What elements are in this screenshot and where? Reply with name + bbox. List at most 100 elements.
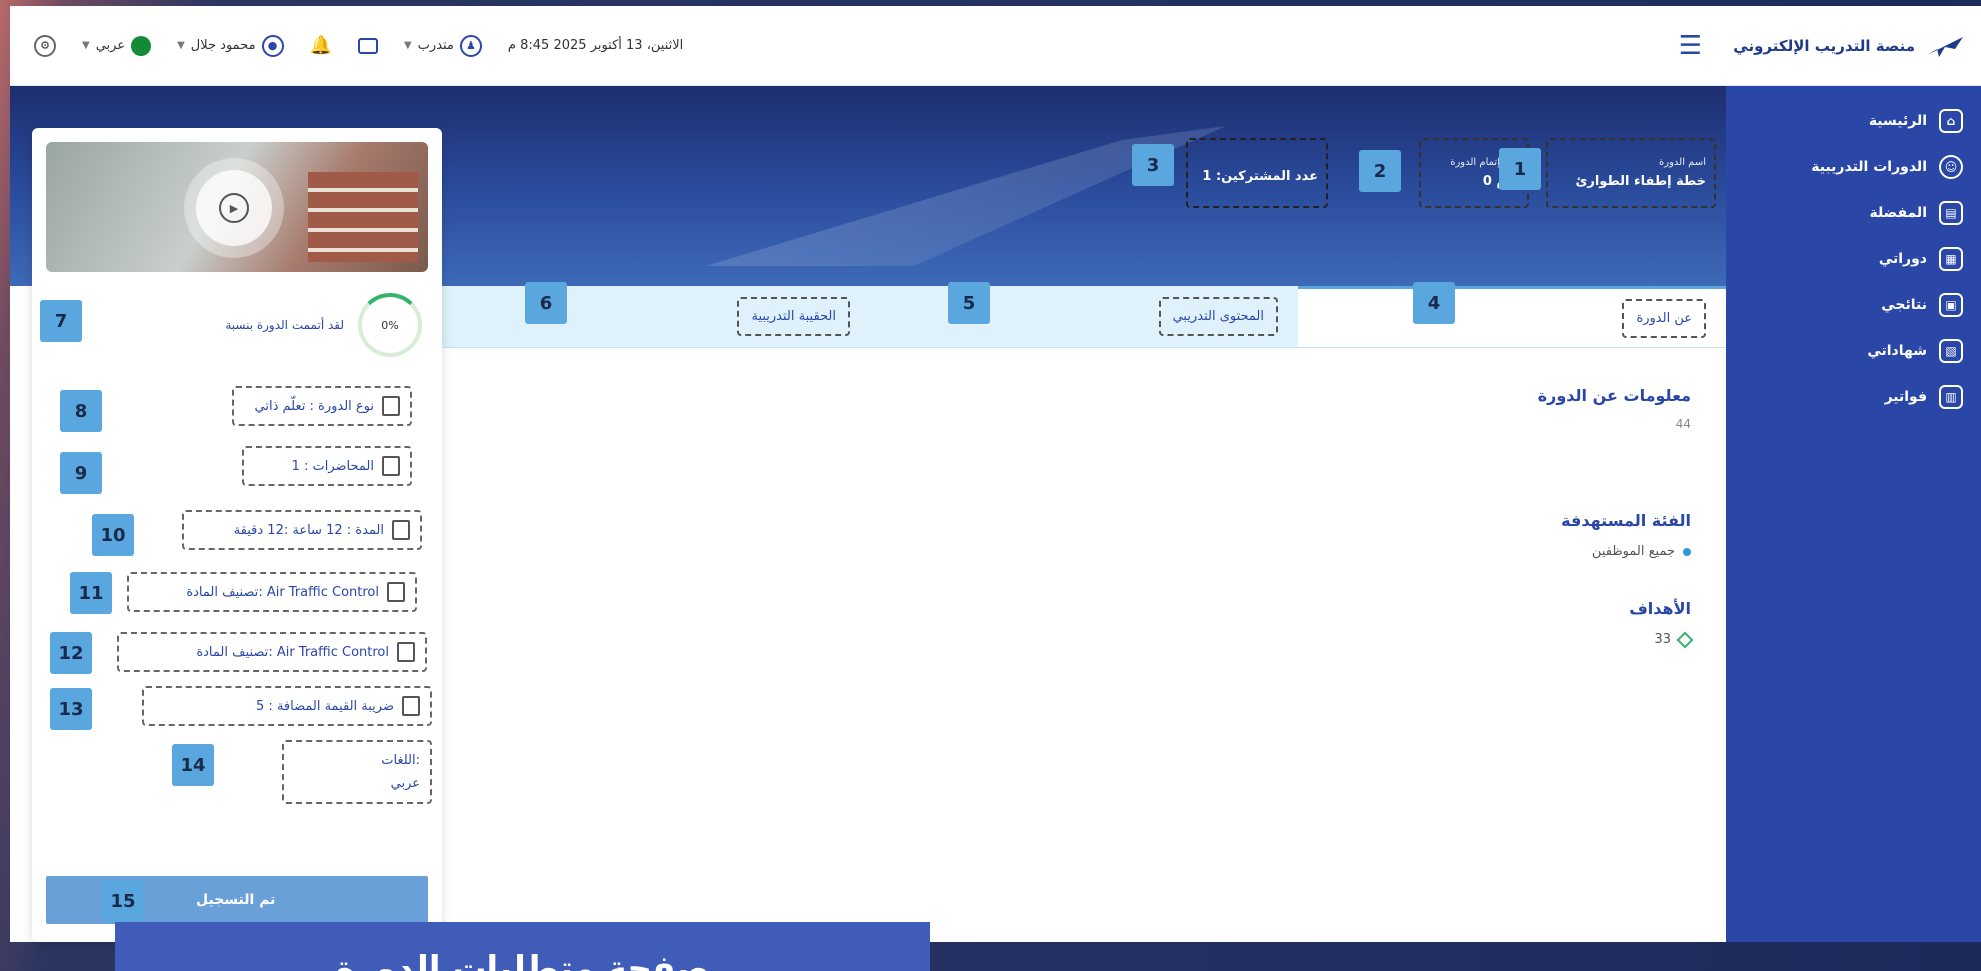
course-about-content: معلومات عن الدورة 44 الفئة المستهدفة جمي…: [460, 366, 1694, 902]
chevron-down-icon: ▼: [82, 40, 90, 51]
course-tabs: الحقيبة التدريبية المحتوى التدريبي عن ال…: [442, 286, 1726, 348]
datetime: الاثنين، 13 أكتوبر 2025 8:45 م: [507, 38, 684, 53]
document-icon: [382, 396, 400, 416]
play-button[interactable]: ▶: [196, 170, 272, 246]
role-label: متدرب: [417, 38, 454, 53]
my-courses-icon: ▦: [1939, 247, 1963, 271]
sidebar-item-label: شهاداتي: [1867, 343, 1927, 359]
list-item: جميع الموظفين: [460, 544, 1691, 559]
duration-row: المدة : 12 ساعة :12 دقيقة: [182, 510, 422, 550]
target-heading: الفئة المستهدفة: [1561, 511, 1691, 530]
marker-6: 6: [525, 282, 567, 324]
course-summary-card: ▶ لقد أتممت الدورة بنسبة 0% نوع الدورة :…: [32, 128, 442, 942]
sidebar-item-results[interactable]: نتائجي ▣: [1726, 282, 1981, 328]
course-type-text: نوع الدورة : تعلّم ذاتي: [254, 398, 374, 414]
favorites-icon: ▤: [1939, 201, 1963, 225]
tax-icon: [402, 696, 420, 716]
marker-8: 8: [60, 390, 102, 432]
marker-15: 15: [102, 880, 144, 922]
sidebar-item-label: الدورات التدريبية: [1811, 159, 1927, 175]
settings-icon[interactable]: ⚙: [34, 34, 56, 57]
marker-5: 5: [948, 282, 990, 324]
brand-title: منصة التدريب الإلكتروني: [1733, 36, 1915, 55]
classification-icon: [387, 582, 405, 602]
play-icon: ▶: [219, 193, 249, 223]
marker-9: 9: [60, 452, 102, 494]
tab-bag[interactable]: الحقيبة التدريبية: [442, 286, 870, 347]
sidebar-item-my-courses[interactable]: دوراتي ▦: [1726, 236, 1981, 282]
register-label: تم التسجيل: [196, 892, 276, 908]
tab-content[interactable]: المحتوى التدريبي: [870, 286, 1298, 347]
sidebar-item-courses[interactable]: الدورات التدريبية ☺: [1726, 144, 1981, 190]
sidebar-item-label: فواتير: [1884, 389, 1927, 405]
monitor-icon[interactable]: [357, 37, 378, 54]
duration-text: المدة : 12 ساعة :12 دقيقة: [233, 522, 384, 538]
results-icon: ▣: [1939, 293, 1963, 317]
marker-11: 11: [70, 572, 112, 614]
course-name-label: اسم الدورة: [1659, 157, 1706, 168]
about-text: 44: [1675, 417, 1691, 431]
diamond-icon: [1676, 631, 1694, 648]
sidebar-item-invoices[interactable]: فواتير ▥: [1726, 374, 1981, 420]
marker-7: 7: [40, 300, 82, 342]
goals-heading: الأهداف: [1629, 599, 1691, 618]
course-type-row: نوع الدورة : تعلّم ذاتي: [232, 386, 412, 426]
tab-about[interactable]: عن الدورة: [1298, 286, 1726, 347]
sidebar-item-home[interactable]: الرئيسية ⌂: [1726, 98, 1981, 144]
clock-icon: [392, 520, 410, 540]
languages-label: اللغات:: [381, 753, 420, 768]
language-select[interactable]: ▼ عربي: [82, 35, 152, 56]
marker-10: 10: [92, 514, 134, 556]
role-icon: ♟: [459, 34, 482, 57]
books-image: [308, 172, 418, 262]
bullet-dot-icon: [1683, 547, 1691, 556]
brand[interactable]: منصة التدريب الإلكتروني: [1726, 6, 1981, 86]
sidebar-item-label: نتائجي: [1881, 297, 1927, 313]
marker-2: 2: [1359, 150, 1401, 192]
goals-item-text: 33: [1654, 632, 1671, 647]
chevron-down-icon: ▼: [177, 40, 185, 51]
tab-label: عن الدورة: [1622, 298, 1706, 338]
invoices-icon: ▥: [1939, 385, 1963, 409]
sidebar-nav: الرئيسية ⌂ الدورات التدريبية ☺ المفضلة ▤ دو…: [1726, 86, 1981, 420]
sidebar: منصة التدريب الإلكتروني الرئيسية ⌂ الدورا…: [1726, 6, 1981, 942]
sidebar-item-certificates[interactable]: شهاداتي ▧: [1726, 328, 1981, 374]
vat-row: ضريبة القيمة المضافة : 5: [142, 686, 432, 726]
user-menu[interactable]: ▼ محمود جلال ●: [177, 34, 284, 57]
progress-row: لقد أتممت الدورة بنسبة 0%: [122, 290, 422, 360]
caption-text: صفحة متطلبات الدورة: [335, 949, 710, 971]
target-item-text: جميع الموظفين: [1591, 544, 1675, 559]
course-thumbnail[interactable]: ▶: [46, 142, 428, 272]
home-icon: ⌂: [1939, 109, 1963, 133]
subject-class-text: تصنيف المادة: Air Traffic Control: [196, 644, 389, 660]
marker-13: 13: [50, 688, 92, 730]
marker-4: 4: [1413, 282, 1455, 324]
course-name-value: خطة إطفاء الطوارئ: [1575, 174, 1706, 189]
tab-label: المحتوى التدريبي: [1158, 297, 1278, 336]
marker-12: 12: [50, 632, 92, 674]
sidebar-item-favorites[interactable]: المفضلة ▤: [1726, 190, 1981, 236]
subscribers-box: عدد المشتركين: 1: [1186, 138, 1328, 208]
subject-class-row-1: تصنيف المادة: Air Traffic Control: [127, 572, 417, 612]
lectures-text: المحاضرات : 1: [291, 458, 374, 474]
page-caption: صفحة متطلبات الدورة: [115, 922, 930, 971]
languages-row: اللغات: عربي: [282, 740, 432, 804]
flag-icon: [131, 35, 152, 56]
hamburger-menu-icon[interactable]: ☰: [1679, 31, 1702, 61]
about-heading: معلومات عن الدورة: [1537, 386, 1691, 405]
marker-14: 14: [172, 744, 214, 786]
course-name-box: اسم الدورة خطة إطفاء الطوارئ: [1546, 138, 1716, 208]
languages-value: عربي: [390, 776, 420, 791]
language-label: عربي: [95, 38, 126, 53]
chevron-down-icon: ▼: [403, 40, 412, 51]
plane-logo-icon: [1925, 31, 1965, 61]
progress-label: لقد أتممت الدورة بنسبة: [225, 318, 344, 332]
sidebar-item-label: دوراتي: [1878, 251, 1927, 267]
courses-icon: ☺: [1939, 155, 1963, 179]
sidebar-item-label: الرئيسية: [1868, 113, 1927, 129]
bell-icon[interactable]: 🔔: [310, 35, 332, 56]
role-select[interactable]: ▼ متدرب ♟: [403, 34, 482, 57]
document-icon: [382, 456, 400, 476]
subject-class-row-2: تصنيف المادة: Air Traffic Control: [117, 632, 427, 672]
subject-class-text: تصنيف المادة: Air Traffic Control: [186, 584, 379, 600]
